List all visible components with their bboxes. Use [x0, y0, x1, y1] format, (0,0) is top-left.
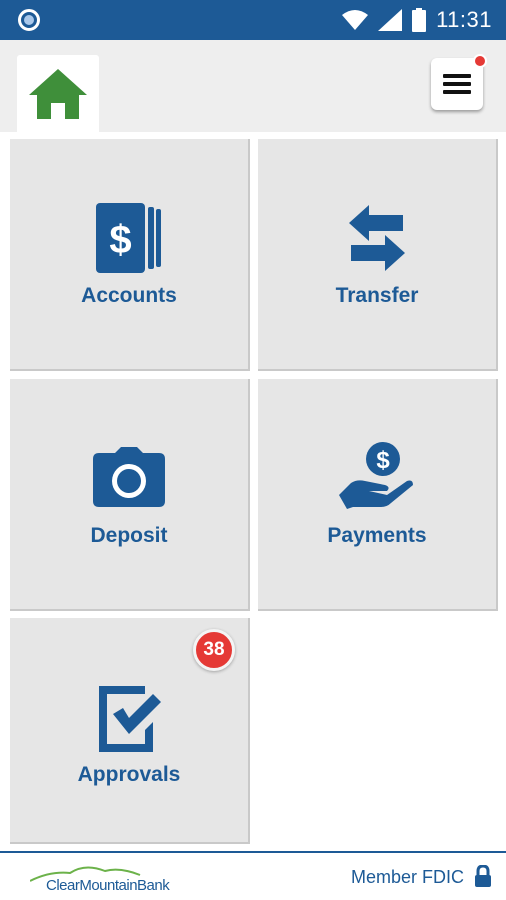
wifi-icon	[342, 10, 369, 30]
notification-circle-icon	[18, 9, 40, 31]
status-bar: 11:31	[0, 0, 506, 40]
approvals-count-badge: 38	[193, 629, 235, 671]
bank-logo: ClearMountainBank	[30, 863, 190, 895]
menu-button[interactable]	[431, 54, 487, 110]
top-bar	[0, 40, 506, 132]
brand-name: ClearMountainBank	[46, 877, 170, 894]
payments-tile[interactable]: $ Payments	[258, 379, 498, 611]
deposit-label: Deposit	[90, 524, 168, 547]
battery-icon	[412, 8, 427, 32]
transfer-tile[interactable]: Transfer	[258, 139, 498, 371]
svg-text:$: $	[376, 447, 390, 474]
deposit-tile[interactable]: Deposit	[10, 379, 250, 611]
home-tab[interactable]	[17, 55, 99, 132]
checkbox-approval-icon	[99, 686, 161, 752]
lock-icon	[475, 865, 491, 887]
hamburger-menu-icon	[443, 74, 471, 94]
approvals-label: Approvals	[77, 763, 181, 786]
signal-icon	[378, 9, 403, 31]
accounts-tile[interactable]: $ Accounts	[10, 139, 250, 371]
notification-dot	[473, 54, 487, 68]
hand-coin-icon: $	[339, 442, 413, 509]
home-icon	[29, 68, 87, 119]
camera-icon	[93, 447, 165, 507]
fdic-label: Member FDIC	[350, 867, 464, 887]
accounts-dollar-cards-icon: $	[96, 203, 161, 273]
payments-label: Payments	[327, 524, 427, 547]
status-icons: 11:31	[342, 6, 492, 34]
accounts-label: Accounts	[81, 284, 177, 307]
approvals-tile[interactable]: Approvals 38	[10, 618, 250, 844]
svg-text:$: $	[109, 218, 131, 262]
footer: ClearMountainBank Member FDIC	[0, 851, 506, 900]
transfer-arrows-icon	[349, 205, 405, 271]
clock: 11:31	[436, 7, 492, 32]
transfer-label: Transfer	[335, 284, 419, 307]
